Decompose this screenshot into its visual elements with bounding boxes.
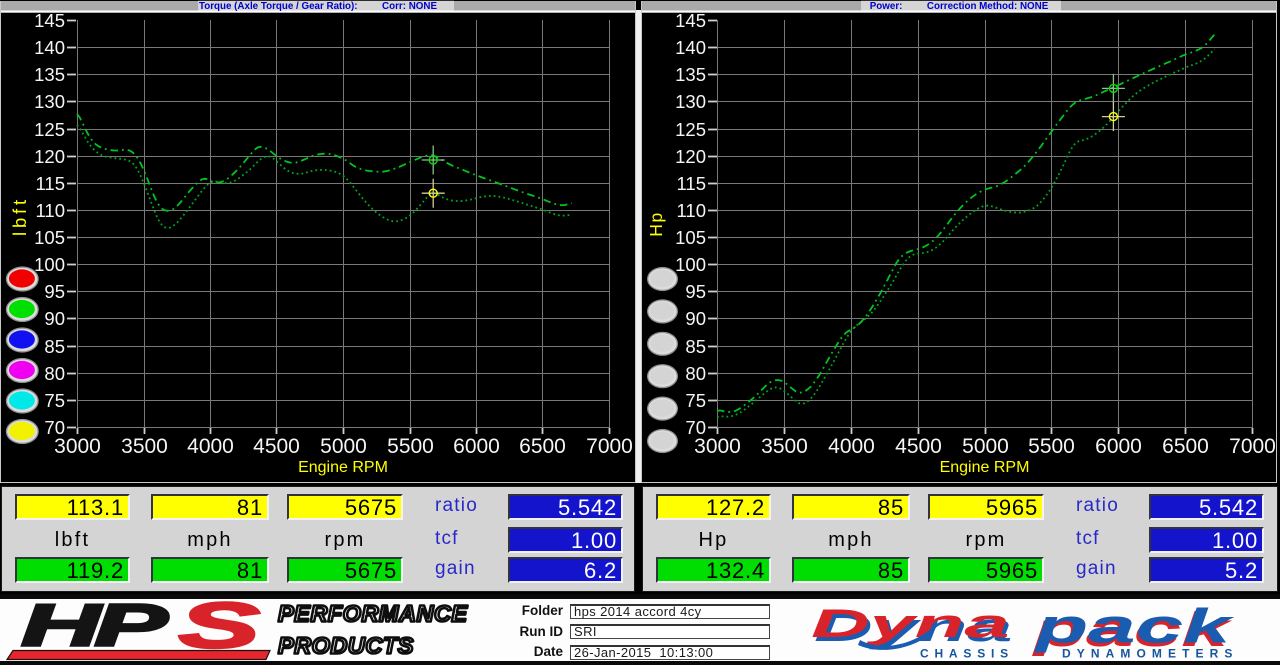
svg-text:135: 135 — [34, 64, 65, 85]
svg-text:145: 145 — [675, 10, 706, 31]
svg-text:110: 110 — [36, 200, 66, 221]
svg-text:100: 100 — [34, 254, 65, 275]
svg-text:4000: 4000 — [828, 435, 875, 458]
svg-text:120: 120 — [675, 146, 706, 167]
svg-text:6500: 6500 — [1162, 435, 1209, 458]
svg-text:4500: 4500 — [895, 435, 942, 458]
svg-text:90: 90 — [44, 308, 65, 329]
svg-text:85: 85 — [44, 336, 65, 357]
svg-text:Hp: Hp — [646, 211, 666, 236]
svg-text:3500: 3500 — [121, 435, 168, 458]
svg-text:Torque (Axle Torque / Gear Rat: Torque (Axle Torque / Gear Ratio): Corr:… — [199, 1, 438, 12]
svg-text:80: 80 — [685, 363, 706, 384]
svg-text:PRODUCTS: PRODUCTS — [278, 633, 414, 659]
svg-text:5500: 5500 — [1028, 435, 1075, 458]
svg-text:DYNAMOMETERS: DYNAMOMETERS — [1062, 647, 1239, 661]
svg-text:3000: 3000 — [694, 435, 741, 458]
svg-text:pack: pack — [1034, 599, 1235, 653]
svg-text:115: 115 — [677, 173, 707, 194]
svg-text:110: 110 — [677, 200, 707, 221]
svg-text:105: 105 — [675, 227, 706, 248]
svg-text:115: 115 — [36, 173, 66, 194]
svg-text:Power: Correction Meth: Power: Correction Method: NONE — [870, 1, 1049, 12]
svg-text:Dyna: Dyna — [811, 601, 1010, 646]
svg-text:7000: 7000 — [586, 435, 633, 458]
svg-text:130: 130 — [34, 91, 65, 112]
svg-text:4500: 4500 — [253, 435, 300, 458]
svg-text:95: 95 — [685, 281, 706, 302]
svg-text:75: 75 — [685, 390, 706, 411]
svg-text:7000: 7000 — [1229, 435, 1276, 458]
svg-text:145: 145 — [34, 10, 65, 31]
svg-text:6000: 6000 — [453, 435, 500, 458]
svg-text:135: 135 — [675, 64, 706, 85]
svg-text:lbft: lbft — [9, 196, 30, 236]
svg-text:4000: 4000 — [187, 435, 234, 458]
svg-text:6500: 6500 — [519, 435, 566, 458]
svg-text:100: 100 — [675, 254, 706, 275]
svg-text:5000: 5000 — [320, 435, 367, 458]
svg-text:5500: 5500 — [387, 435, 434, 458]
svg-text:120: 120 — [34, 146, 65, 167]
svg-text:CHASSIS: CHASSIS — [920, 647, 1014, 661]
svg-text:125: 125 — [675, 119, 706, 140]
svg-text:3500: 3500 — [761, 435, 808, 458]
svg-text:140: 140 — [675, 37, 706, 58]
svg-text:85: 85 — [685, 336, 706, 357]
svg-text:Engine RPM: Engine RPM — [298, 459, 388, 476]
svg-text:75: 75 — [44, 390, 65, 411]
svg-text:80: 80 — [44, 363, 65, 384]
svg-text:130: 130 — [675, 91, 706, 112]
svg-text:125: 125 — [34, 119, 65, 140]
svg-text:Engine RPM: Engine RPM — [940, 459, 1030, 476]
svg-text:140: 140 — [34, 37, 65, 58]
svg-text:95: 95 — [44, 281, 65, 302]
svg-text:3000: 3000 — [54, 435, 101, 458]
svg-text:90: 90 — [685, 308, 706, 329]
svg-text:PERFORMANCE: PERFORMANCE — [278, 601, 468, 627]
svg-text:HP: HP — [21, 598, 168, 658]
svg-text:105: 105 — [34, 227, 65, 248]
svg-text:6000: 6000 — [1095, 435, 1142, 458]
svg-text:5000: 5000 — [962, 435, 1009, 458]
